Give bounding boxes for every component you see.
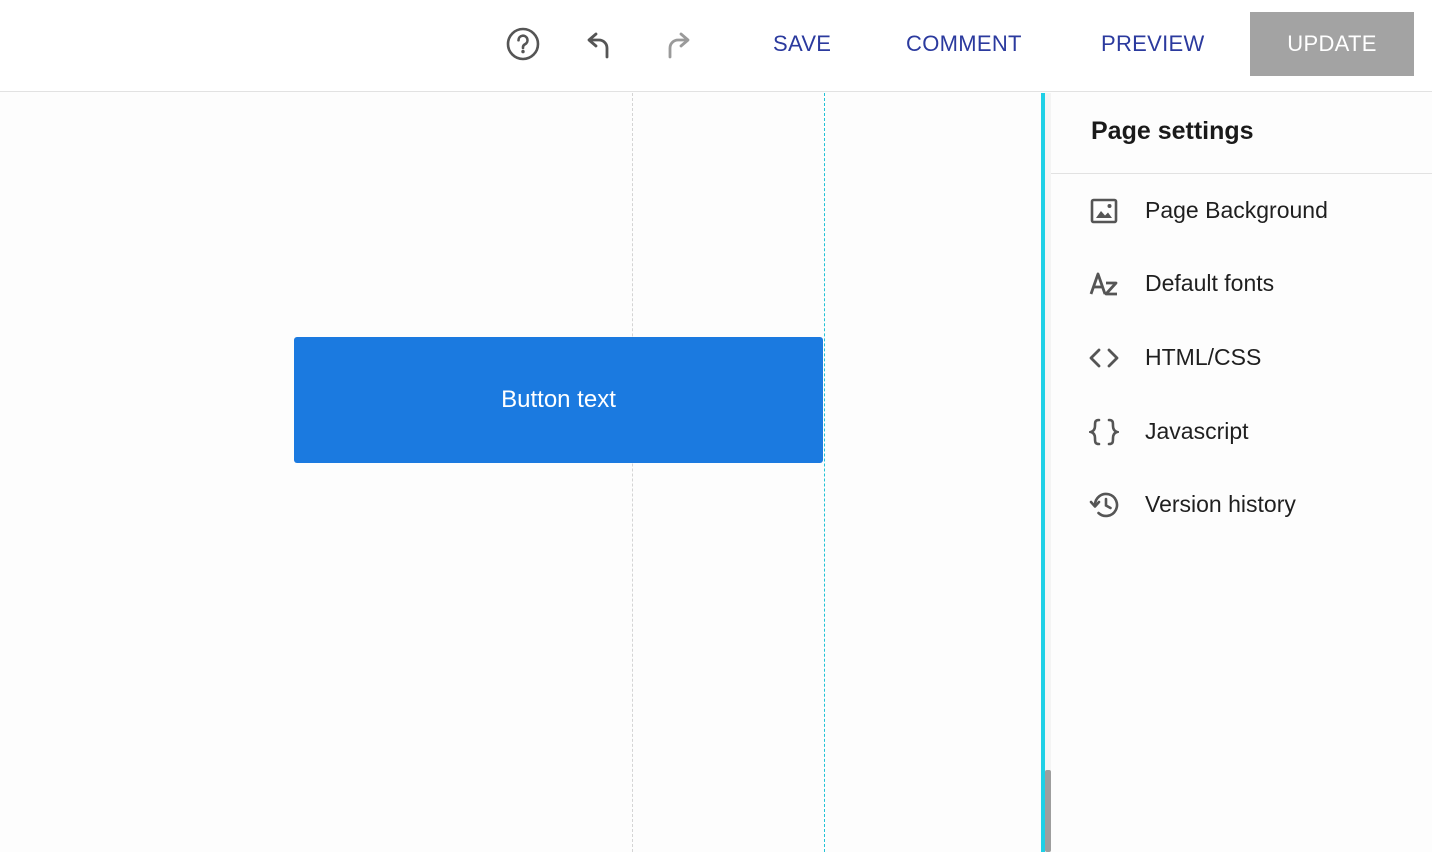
alignment-guide-line <box>824 93 825 852</box>
braces-icon <box>1089 418 1119 446</box>
help-circle-icon <box>506 27 540 61</box>
comment-button[interactable]: COMMENT <box>906 28 1022 60</box>
settings-item-label: Default fonts <box>1145 270 1275 296</box>
redo-icon <box>668 32 690 59</box>
page-settings-panel: Page settings Page Background Default fo… <box>1051 93 1432 852</box>
settings-item-javascript[interactable]: Javascript <box>1051 404 1432 460</box>
history-icon <box>1089 491 1119 519</box>
canvas-button-element[interactable]: Button text <box>294 337 823 463</box>
redo-button[interactable] <box>655 22 699 66</box>
center-guide-line <box>632 93 633 852</box>
settings-item-label: Javascript <box>1145 418 1249 444</box>
panel-title: Page settings <box>1091 117 1254 145</box>
settings-item-page-background[interactable]: Page Background <box>1051 183 1432 239</box>
save-button[interactable]: SAVE <box>773 28 831 60</box>
editor-canvas[interactable]: Button text <box>0 93 1042 852</box>
undo-icon <box>587 32 609 59</box>
top-toolbar: SAVE COMMENT PREVIEW UPDATE <box>0 0 1432 92</box>
settings-item-label: Version history <box>1145 491 1296 517</box>
settings-item-default-fonts[interactable]: Default fonts <box>1051 256 1432 312</box>
image-icon <box>1089 197 1119 225</box>
settings-item-label: HTML/CSS <box>1145 344 1262 370</box>
panel-divider <box>1051 173 1432 174</box>
settings-item-html-css[interactable]: HTML/CSS <box>1051 330 1432 386</box>
help-button[interactable] <box>501 22 545 66</box>
undo-button[interactable] <box>578 22 622 66</box>
font-az-icon <box>1089 270 1119 298</box>
update-button[interactable]: UPDATE <box>1250 12 1414 76</box>
settings-item-label: Page Background <box>1145 197 1328 223</box>
code-icon <box>1089 344 1119 372</box>
settings-item-version-history[interactable]: Version history <box>1051 477 1432 533</box>
preview-button[interactable]: PREVIEW <box>1101 28 1205 60</box>
